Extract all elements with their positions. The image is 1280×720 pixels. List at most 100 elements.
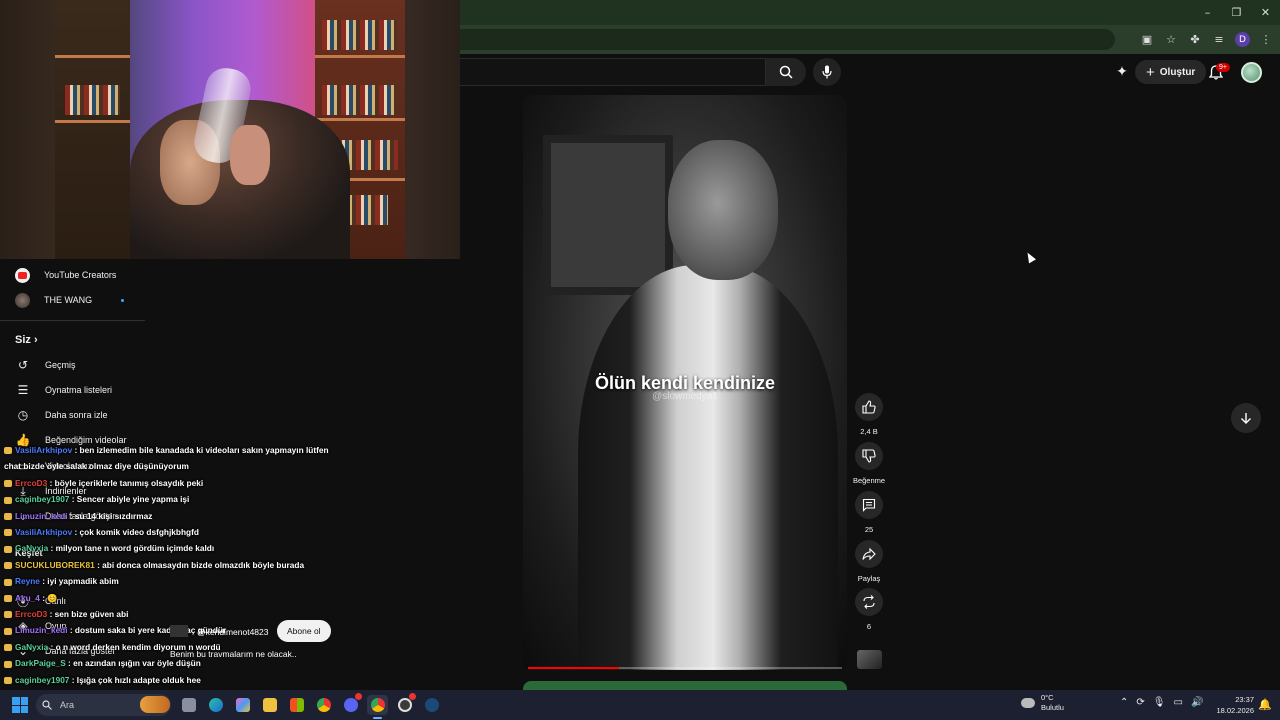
store-icon[interactable] <box>286 695 307 715</box>
channel-handle[interactable]: @kendimenot4823 <box>197 627 268 637</box>
share-icon <box>862 547 876 561</box>
thumbs-up-icon <box>862 400 876 414</box>
sidebar-item-the-wang[interactable]: THE WANG <box>15 290 92 310</box>
sync-icon[interactable]: ⟳ <box>1136 697 1144 708</box>
chat-message: ErrcoD3 : böyle içeriklerle tanımış olsa… <box>4 478 203 488</box>
chat-text: : 😊 <box>39 592 58 603</box>
sidebar-item-youtube-creators[interactable]: YouTube Creators <box>15 265 116 285</box>
copilot-icon[interactable] <box>232 695 253 715</box>
remix-count: 6 <box>866 622 872 631</box>
weather-widget[interactable]: 0°C Bulutlu <box>1021 693 1064 713</box>
steam-icon[interactable] <box>421 695 442 715</box>
network-icon[interactable]: ▭ <box>1173 697 1182 708</box>
chat-text: : abi donca olmasaydın bizde olmazdık bö… <box>94 559 305 570</box>
chat-message: Limuzin_kedi : su 14 kişi sızdırmaz <box>4 511 152 521</box>
window-controls: – ❐ ✕ <box>1193 0 1280 25</box>
remix-icon <box>863 595 875 609</box>
taskbar-apps <box>178 693 442 719</box>
account-avatar[interactable] <box>1241 62 1262 83</box>
cloud-icon <box>1021 698 1035 708</box>
media-control-icon[interactable]: ≡ <box>1211 32 1227 48</box>
plus-icon: + <box>1146 63 1155 81</box>
chevron-up-icon[interactable]: ⌃ <box>1120 697 1128 708</box>
dislike-button[interactable]: Beğenme <box>853 442 885 485</box>
windows-start-icon[interactable] <box>12 697 28 713</box>
channel-avatar <box>15 292 30 308</box>
obs-icon[interactable] <box>394 693 416 715</box>
clock-time: 23:37 <box>1235 695 1254 704</box>
notification-bell-icon[interactable]: 🔔 <box>1258 698 1272 711</box>
sidebar-item-label: Geçmiş <box>45 360 76 370</box>
create-sparkle-icon[interactable]: ✦ <box>1112 62 1132 82</box>
search-input[interactable] <box>460 58 766 86</box>
install-app-icon[interactable]: ▣ <box>1139 32 1155 48</box>
discord-icon[interactable] <box>340 693 362 715</box>
history-icon: ↺ <box>17 358 29 372</box>
volume-icon[interactable]: 🔊 <box>1191 697 1203 708</box>
close-button[interactable]: ✕ <box>1251 0 1280 25</box>
sidebar-item-playlists[interactable]: ☰ Oynatma listeleri <box>15 380 112 400</box>
taskbar-clock[interactable]: 23:37 18.02.2026 <box>1212 694 1254 716</box>
channel-avatar[interactable] <box>170 625 188 637</box>
remix-button[interactable]: 6 <box>855 588 883 631</box>
browser-menu-icon[interactable]: ⋮ <box>1258 32 1274 48</box>
chat-message: chat bizde öyle salak olmaz diye düşünüy… <box>4 461 189 471</box>
sidebar-section-you[interactable]: Siz › <box>15 334 38 346</box>
chat-username: GaNyxia <box>15 543 49 554</box>
subscribe-button[interactable]: Abone ol <box>277 620 331 642</box>
sidebar-item-label: Oynatma listeleri <box>45 385 113 395</box>
extensions-icon[interactable]: ✤ <box>1187 32 1203 48</box>
minimize-button[interactable]: – <box>1193 0 1222 25</box>
chat-username: caginbey1907 <box>15 674 70 685</box>
comments-button[interactable]: 25 <box>855 491 883 534</box>
chat-badge-icon <box>4 529 12 537</box>
restore-button[interactable]: ❐ <box>1222 0 1251 25</box>
like-button[interactable]: 2,4 B <box>855 393 883 436</box>
dislike-label: Beğenme <box>852 476 886 485</box>
short-caption[interactable]: Benim bu travmalarım ne olacak.. <box>170 649 297 659</box>
chat-username: Aku_4 <box>15 592 40 603</box>
streamer-hand <box>230 125 270 185</box>
microphone-icon[interactable]: 🎙 <box>1153 697 1166 708</box>
chat-username: SUCUKLUBOREK81 <box>15 559 95 570</box>
browser-profile-avatar[interactable]: D <box>1235 32 1250 47</box>
chat-username: VasiliArkhipov <box>15 445 73 455</box>
voice-search-button[interactable] <box>813 58 841 86</box>
short-video-player[interactable]: Ölün kendi kendinize @slowmedya1 <box>523 95 847 670</box>
task-view-icon[interactable] <box>178 695 199 715</box>
sidebar-item-watch-later[interactable]: ◷ Daha sonra izle <box>15 405 108 425</box>
taskbar-search-placeholder: Ara <box>60 700 75 710</box>
chat-username: ErrcoD3 <box>15 477 48 488</box>
comment-count: 25 <box>864 525 874 534</box>
file-explorer-icon[interactable] <box>259 695 280 715</box>
search-button[interactable] <box>766 58 806 86</box>
chat-badge-icon <box>4 562 12 570</box>
video-watermark: @slowmedya1 <box>652 391 718 402</box>
video-progress-bar[interactable] <box>528 667 842 669</box>
next-short-button[interactable] <box>1231 403 1261 433</box>
clock-icon: ◷ <box>17 408 29 422</box>
chat-message: ErrcoD3 : sen bize güven abi <box>4 609 128 619</box>
chat-username: GaNyxia <box>15 641 49 652</box>
edge-icon[interactable] <box>205 695 226 715</box>
system-tray: ⌃ ⟳ 🎙 ▭ 🔊 <box>1120 697 1203 708</box>
address-bar[interactable] <box>460 29 1115 50</box>
bookmark-star-icon[interactable]: ☆ <box>1163 32 1179 48</box>
sidebar-item-label: YouTube Creators <box>44 270 117 280</box>
chat-text: : en azından ışığın var öyle düşün <box>65 658 201 669</box>
video-progress-fill <box>528 667 620 669</box>
books <box>322 85 397 115</box>
books <box>65 85 120 115</box>
search-icon <box>42 700 52 710</box>
chrome-icon[interactable] <box>313 695 334 715</box>
sidebar-item-history[interactable]: ↺ Geçmiş <box>15 355 76 375</box>
windows-taskbar: Ara 0°C Bulutlu ⌃ ⟳ 🎙 ▭ 🔊 23:37 18.02.20… <box>0 690 1280 720</box>
sidebar-item-label: Daha sonra izle <box>45 410 108 420</box>
chat-message: Reyne : iyi yapmadik abim <box>4 576 119 586</box>
sidebar-divider <box>0 320 145 321</box>
create-button[interactable]: + Oluştur <box>1135 60 1207 84</box>
sound-thumbnail[interactable] <box>857 650 882 669</box>
share-button[interactable]: Paylaş <box>855 540 883 583</box>
chat-badge-icon <box>4 578 12 586</box>
chrome-profile-icon[interactable] <box>367 695 388 719</box>
